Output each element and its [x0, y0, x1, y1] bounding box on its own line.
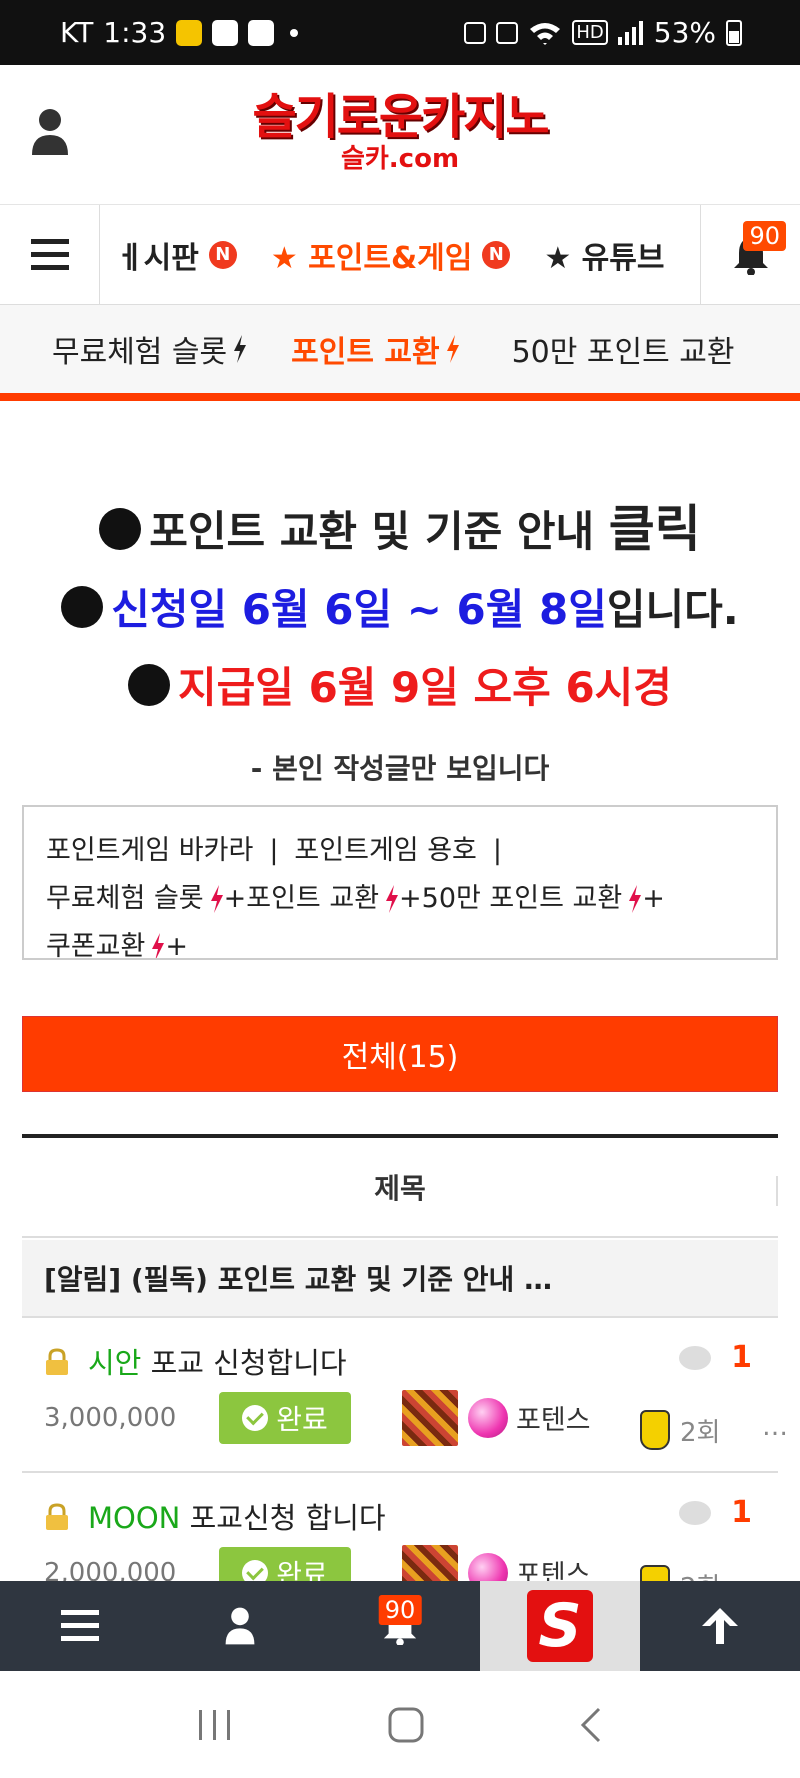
status-bar: KT 1:33 HD 53% — [0, 0, 800, 65]
more-indicator: … — [762, 1412, 788, 1442]
comment-icon — [679, 1500, 712, 1525]
notice-block: 포인트 교환 및 기준 안내 클릭 신청일 6월 6일 ~ 6월 8일입니다. … — [0, 490, 800, 787]
lightning-icon — [446, 335, 459, 363]
arrow-up-icon — [702, 1608, 738, 1644]
notification-count: 90 — [743, 220, 786, 251]
alarm-icon — [496, 21, 519, 44]
bullet-icon — [61, 586, 104, 628]
category-box: 포인트게임 바카라 | 포인트게임 용호 | 무료체험 슬롯 +포인트 교환 +… — [22, 805, 778, 960]
notice-guide-line[interactable]: 포인트 교환 및 기준 안내 클릭 — [0, 490, 800, 571]
category-point-exchange[interactable]: +포인트 교환 — [224, 875, 379, 923]
subnav-point-exchange[interactable]: 포인트 교환 — [291, 327, 459, 371]
pinned-notice-row[interactable]: [알림] (필독) 포인트 교환 및 기준 안내 … — [22, 1240, 778, 1318]
hd-icon: HD — [572, 20, 608, 45]
site-logo-icon: S — [527, 1590, 593, 1662]
mine-only-note: - 본인 작성글만 보입니다 — [250, 752, 550, 785]
user-icon — [225, 1607, 255, 1645]
bullet-icon — [99, 508, 142, 550]
category-baccarat[interactable]: 포인트게임 바카라 — [46, 827, 253, 875]
table-row[interactable]: 시안 포교 신청합니다 1 3,000,000 완료 포텐스 2회 … — [22, 1318, 788, 1473]
lightning-icon — [234, 335, 247, 363]
carrier: KT — [60, 16, 94, 49]
battery-icon — [726, 19, 742, 46]
user-icon[interactable] — [30, 107, 70, 157]
lightning-icon — [152, 933, 165, 958]
bottom-bar: 90 S — [0, 1581, 800, 1671]
avatar — [402, 1390, 458, 1446]
subnav-free-slot[interactable]: 무료체험 슬롯 — [52, 327, 247, 371]
comment-count: 1 — [679, 1340, 752, 1375]
all-posts-button[interactable]: 전체(15) — [22, 1016, 778, 1092]
signal-icon — [617, 20, 643, 45]
wifi-icon — [530, 22, 561, 45]
recent-apps-icon[interactable] — [197, 1708, 233, 1742]
hit-hand-icon — [640, 1410, 670, 1450]
nav-item-points-game[interactable]: ★ 포인트&게임 N — [271, 233, 511, 277]
category-free-slot[interactable]: 무료체험 슬롯 — [46, 875, 204, 923]
bullet-icon — [128, 664, 171, 706]
notice-pay-date: 지급일 6월 9일 오후 6시경 — [0, 649, 800, 727]
sub-nav: 무료체험 슬롯 포인트 교환 50만 포인트 교환 — [0, 305, 800, 401]
table-header-title: 제목 — [22, 1134, 778, 1238]
hamburger-icon — [61, 1610, 99, 1641]
lock-icon — [46, 1503, 68, 1530]
subnav-500k-exchange[interactable]: 50만 포인트 교환 — [512, 327, 735, 371]
lightning-icon — [210, 885, 223, 913]
battery-percent: 53% — [653, 16, 716, 49]
menu-button[interactable] — [0, 204, 100, 305]
notice-apply-date: 신청일 6월 6일 ~ 6월 8일입니다. — [0, 571, 800, 649]
bottom-home-logo[interactable]: S — [480, 1581, 640, 1671]
category-coupon[interactable]: 쿠폰교환 — [46, 923, 145, 958]
app-notification-icon — [176, 19, 203, 46]
clock: 1:33 — [103, 16, 167, 49]
category-500k-exchange[interactable]: +50만 포인트 교환 — [399, 875, 622, 923]
more-notifications-icon — [290, 28, 299, 37]
lock-status-icon — [464, 21, 487, 44]
lightning-icon — [386, 885, 399, 913]
lock-icon — [46, 1348, 68, 1375]
logo-domain: 슬카.com — [340, 144, 460, 174]
nav-item-board[interactable]: ㅔ시판 N — [116, 233, 237, 277]
new-badge: N — [208, 240, 237, 269]
post-title[interactable]: 시안 포교 신청합니다 — [88, 1340, 347, 1382]
lightning-icon — [629, 885, 642, 913]
level-gem-icon — [468, 1398, 508, 1438]
site-header: 슬기로운카지노 슬카.com — [0, 65, 800, 205]
post-title[interactable]: MOON 포교신청 합니다 — [88, 1495, 386, 1537]
category-dragon-tiger[interactable]: 포인트게임 용호 — [294, 827, 476, 875]
bottom-user-button[interactable] — [160, 1581, 320, 1671]
notification-button[interactable]: 90 — [700, 204, 800, 305]
home-icon[interactable] — [388, 1707, 424, 1743]
hamburger-icon — [30, 238, 69, 270]
bottom-notification-button[interactable]: 90 — [320, 1581, 480, 1671]
bottom-menu-button[interactable] — [0, 1581, 160, 1671]
view-count: 2회 — [680, 1418, 721, 1448]
gallery-notification-icon — [212, 19, 239, 46]
logo-title: 슬기로운카지노 — [252, 89, 549, 145]
nav-items: ㅔ시판 N ★ 포인트&게임 N ★ 유튜브 — [100, 205, 700, 304]
status-badge: 완료 — [219, 1392, 351, 1444]
new-badge: N — [482, 240, 511, 269]
notification-count: 90 — [378, 1595, 422, 1625]
back-icon[interactable] — [579, 1707, 603, 1743]
amount: 3,000,000 — [44, 1403, 177, 1433]
check-icon — [242, 1405, 269, 1431]
author-name[interactable]: 포텐스 — [516, 1398, 591, 1437]
main-nav: ㅔ시판 N ★ 포인트&게임 N ★ 유튜브 90 — [0, 204, 800, 305]
nav-item-youtube[interactable]: ★ 유튜브 — [544, 233, 664, 277]
youtube-notification-icon — [248, 19, 275, 46]
comment-count: 1 — [679, 1495, 752, 1530]
android-nav-bar — [0, 1671, 800, 1778]
scroll-top-button[interactable] — [640, 1581, 800, 1671]
comment-icon — [679, 1345, 712, 1370]
site-logo[interactable]: 슬기로운카지노 슬카.com — [230, 89, 570, 173]
